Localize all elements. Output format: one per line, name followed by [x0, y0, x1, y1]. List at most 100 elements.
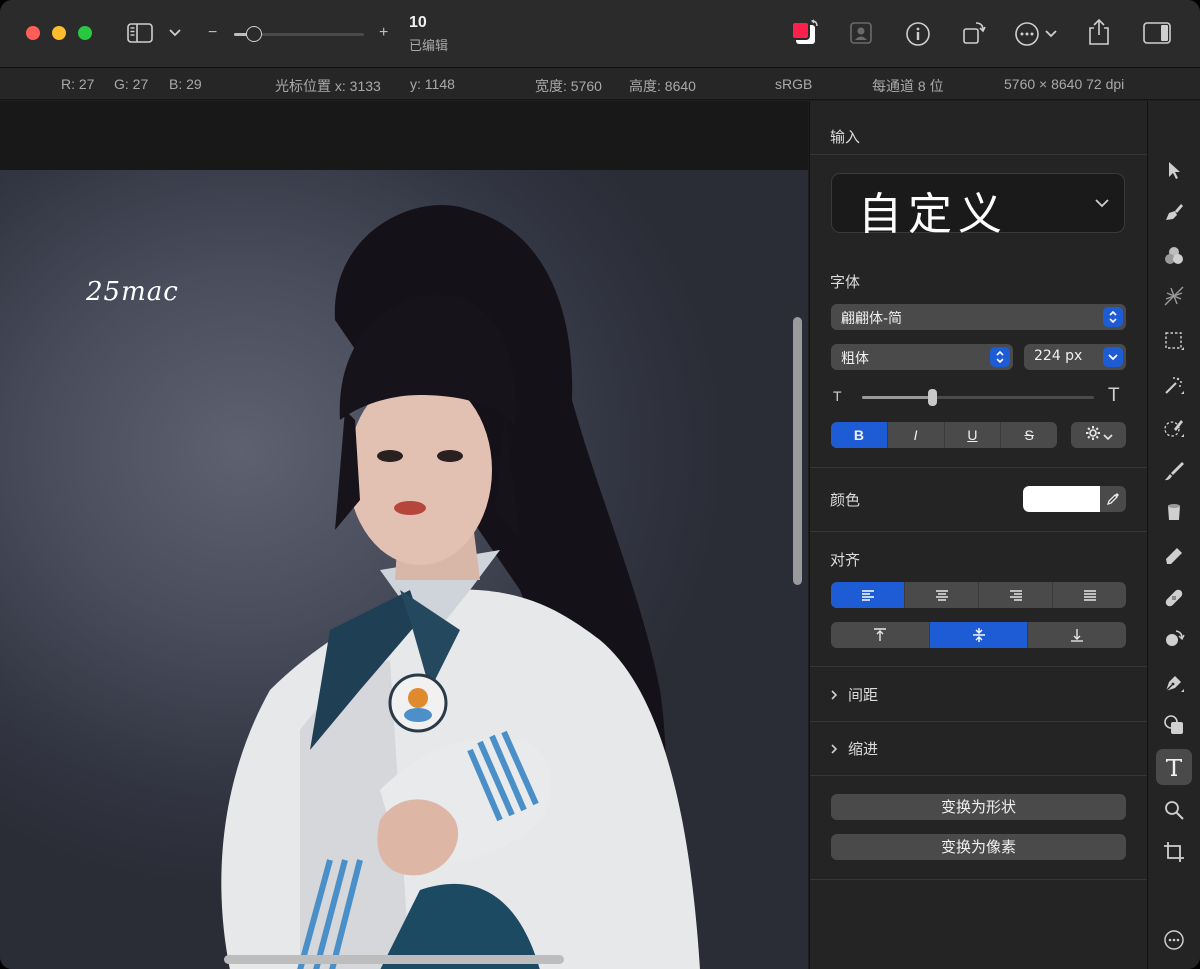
- convert-to-shape-button[interactable]: 变换为形状: [831, 794, 1126, 820]
- more-options-icon[interactable]: [1014, 20, 1060, 48]
- divider: [810, 879, 1148, 880]
- profile-icon[interactable]: [848, 20, 874, 46]
- zoom-slider-knob[interactable]: [245, 26, 262, 42]
- align-left-button[interactable]: [831, 582, 904, 608]
- color-adjust-tool[interactable]: [1156, 238, 1192, 274]
- quick-selection-tool[interactable]: [1156, 410, 1192, 446]
- align-middle-icon: [972, 628, 985, 642]
- font-style-value: 粗体: [841, 351, 869, 367]
- chevron-right-icon: [831, 689, 838, 700]
- title-bar: − + 10 已编辑: [0, 0, 1200, 68]
- strikethrough-button[interactable]: S: [1000, 422, 1057, 448]
- ellipsis-circle-icon: [1164, 930, 1184, 950]
- align-right-button[interactable]: [978, 582, 1052, 608]
- text-color-swatch[interactable]: [1023, 486, 1100, 512]
- paint-brush-tool[interactable]: [1156, 453, 1192, 489]
- chevron-down-icon: [1102, 426, 1113, 445]
- zoom-in-button[interactable]: +: [379, 24, 388, 42]
- font-size-slider-knob[interactable]: [927, 389, 937, 406]
- zoom-window-button[interactable]: [78, 26, 92, 40]
- align-right-icon: [1009, 590, 1022, 601]
- align-justify-button[interactable]: [1052, 582, 1126, 608]
- panel-header: 输入: [830, 128, 861, 146]
- image-canvas[interactable]: 25mac: [0, 101, 808, 969]
- align-bottom-icon: [1071, 629, 1084, 642]
- preset-selector[interactable]: 自定义: [831, 173, 1125, 240]
- chevron-down-icon[interactable]: [166, 24, 184, 42]
- convert-to-pixels-button[interactable]: 变换为像素: [831, 834, 1126, 860]
- shape-tool[interactable]: [1156, 707, 1192, 743]
- share-icon[interactable]: [1086, 18, 1112, 46]
- magic-wand-tool[interactable]: [1156, 367, 1192, 403]
- bit-depth-value: 每通道 8 位: [872, 78, 944, 94]
- clone-tool[interactable]: [1156, 621, 1192, 657]
- align-left-icon: [861, 590, 874, 601]
- text-t-icon: [1166, 759, 1182, 776]
- divider: [810, 154, 1148, 155]
- font-size-slider[interactable]: [862, 389, 1094, 406]
- text-color-well[interactable]: [1023, 486, 1126, 512]
- watermark-text: 25mac: [86, 277, 179, 307]
- eraser-tool[interactable]: [1156, 537, 1192, 573]
- pixel-green-value: G: 27: [114, 76, 149, 92]
- paint-bucket-tool[interactable]: [1156, 494, 1192, 530]
- text-options-button[interactable]: [1071, 422, 1126, 448]
- font-style-select[interactable]: 粗体: [831, 344, 1013, 370]
- magic-wand-icon: [1165, 377, 1184, 394]
- info-icon[interactable]: [904, 20, 932, 48]
- more-tools-button[interactable]: [1156, 922, 1192, 958]
- pixel-blue-value: B: 29: [169, 76, 202, 92]
- text-tool[interactable]: [1156, 749, 1192, 785]
- large-text-size-icon: T: [1108, 385, 1120, 406]
- pen-nib-icon: [1165, 676, 1184, 692]
- zoom-slider[interactable]: [234, 26, 364, 42]
- cursor-x-value: 光标位置 x: 3133: [275, 78, 381, 94]
- style-tool[interactable]: [1156, 194, 1192, 230]
- minimize-window-button[interactable]: [52, 26, 66, 40]
- inspector-toggle-icon[interactable]: [1142, 21, 1172, 45]
- small-text-size-icon: T: [833, 388, 842, 404]
- font-family-select[interactable]: 翩翩体-简: [831, 304, 1126, 330]
- spacing-label: 间距: [848, 686, 879, 704]
- preset-preview-text: 自定义: [858, 189, 1008, 240]
- divider: [810, 467, 1148, 468]
- align-middle-button[interactable]: [928, 622, 1028, 648]
- font-size-field[interactable]: 224 px: [1024, 344, 1126, 370]
- pen-tool[interactable]: [1156, 665, 1192, 701]
- chevron-down-icon: [1094, 194, 1110, 213]
- indent-disclosure[interactable]: 缩进: [830, 738, 878, 759]
- pointer-tool[interactable]: [1156, 152, 1192, 188]
- sidebar-toggle-icon[interactable]: [126, 22, 154, 44]
- zoom-tool[interactable]: [1156, 792, 1192, 828]
- italic-button[interactable]: I: [886, 422, 944, 448]
- bold-button[interactable]: B: [831, 422, 887, 448]
- paintbrush-icon: [1165, 462, 1184, 481]
- chevron-down-icon[interactable]: [1103, 347, 1123, 367]
- spacing-disclosure[interactable]: 间距: [830, 684, 878, 705]
- foreground-color-swatch[interactable]: [789, 18, 821, 50]
- divider: [810, 721, 1148, 722]
- sparkle-burst-icon: [1164, 286, 1184, 306]
- app-window: − + 10 已编辑 R: 27 G: 27 B: 29 光标位置 x: 313…: [0, 0, 1200, 969]
- rotate-icon[interactable]: [960, 19, 988, 47]
- paint-bucket-icon: [1168, 504, 1180, 520]
- up-down-arrows-icon: [990, 347, 1010, 367]
- crop-tool[interactable]: [1156, 834, 1192, 870]
- align-bottom-button[interactable]: [1027, 622, 1126, 648]
- zoom-out-button[interactable]: −: [208, 24, 217, 42]
- eyedropper-icon[interactable]: [1100, 486, 1126, 512]
- effects-tool[interactable]: [1156, 278, 1192, 314]
- clone-stamp-icon: [1166, 630, 1185, 646]
- underline-button[interactable]: U: [943, 422, 1001, 448]
- align-center-button[interactable]: [904, 582, 978, 608]
- vertical-scrollbar[interactable]: [793, 317, 802, 585]
- text-style-segmented: B I U S: [831, 422, 1057, 448]
- horizontal-scrollbar[interactable]: [224, 955, 564, 964]
- document-status: 已编辑: [409, 39, 449, 54]
- font-family-value: 翩翩体-简: [841, 311, 903, 327]
- rectangle-selection-tool[interactable]: [1156, 323, 1192, 359]
- image-width-value: 宽度: 5760: [535, 78, 602, 94]
- close-window-button[interactable]: [26, 26, 40, 40]
- align-top-button[interactable]: [831, 622, 929, 648]
- repair-tool[interactable]: [1156, 580, 1192, 616]
